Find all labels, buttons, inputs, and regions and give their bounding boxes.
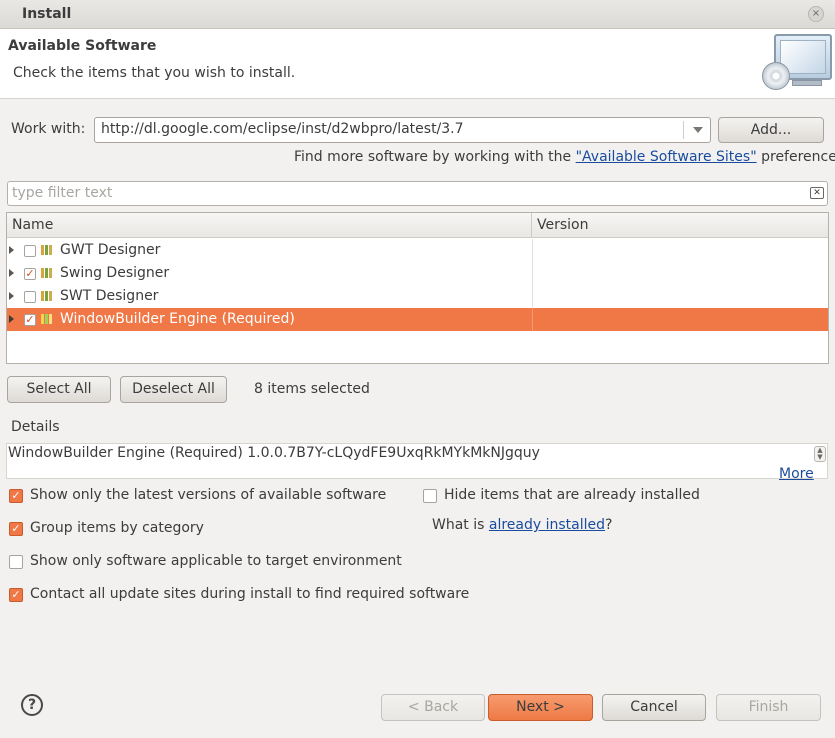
select-all-button[interactable]: Select All [7,376,111,403]
available-sites-link[interactable]: "Available Software Sites" [576,149,757,165]
chevron-down-icon[interactable] [693,127,703,133]
details-scroll[interactable]: ▲ ▼ [814,446,826,462]
table-row[interactable]: GWT Designer [7,239,828,262]
row-checkbox[interactable] [24,291,36,303]
more-link[interactable]: More [779,466,814,482]
contact-sites-label[interactable]: Contact all update sites during install … [30,586,469,602]
target-env-checkbox[interactable] [9,555,23,569]
work-with-value[interactable]: http://dl.google.com/eclipse/inst/d2wbpr… [101,121,464,137]
help-icon[interactable]: ? [21,694,43,716]
window-title: Install [22,6,72,22]
group-by-category-checkbox[interactable]: ✓ [9,522,23,536]
add-site-button[interactable]: Add... [718,117,824,143]
hint-suffix: preferences. [761,149,835,165]
column-divider [532,285,533,308]
contact-sites-checkbox[interactable]: ✓ [9,588,23,602]
group-by-category-label[interactable]: Group items by category [30,520,204,536]
column-header-version[interactable]: Version [532,213,828,238]
expand-arrow-icon[interactable] [9,292,14,300]
page-subtitle: Check the items that you wish to install… [13,65,296,81]
available-sites-hint: Find more software by working with the "… [294,149,835,165]
feature-icon [41,314,55,324]
expand-arrow-icon[interactable] [9,246,14,254]
filter-input[interactable]: type filter text ✕ [7,181,828,206]
hint-prefix: Find more software by working with the [294,149,576,165]
work-with-combo[interactable]: http://dl.google.com/eclipse/inst/d2wbpr… [94,117,711,143]
hide-installed-checkbox[interactable] [423,489,437,503]
column-divider [532,262,533,285]
page-title: Available Software [8,38,157,54]
what-is-prefix: What is [432,517,489,533]
latest-versions-label[interactable]: Show only the latest versions of availab… [30,487,386,503]
work-with-label: Work with: [11,121,86,137]
target-env-label[interactable]: Show only software applicable to target … [30,553,402,569]
deselect-all-button[interactable]: Deselect All [120,376,227,403]
table-row-selected[interactable]: ✓ WindowBuilder Engine (Required) [7,308,828,331]
what-is-suffix: ? [605,517,613,533]
expand-arrow-icon[interactable] [9,315,14,323]
column-header-name[interactable]: Name [7,213,532,238]
details-label: Details [11,419,60,435]
table-row[interactable]: ✓ Swing Designer [7,262,828,285]
feature-icon [41,291,55,301]
expand-arrow-icon[interactable] [9,269,14,277]
row-name: SWT Designer [60,288,159,304]
selection-status: 8 items selected [254,381,370,397]
feature-icon [41,245,55,255]
title-bar [0,0,835,29]
cancel-button[interactable]: Cancel [602,694,706,721]
row-checkbox[interactable] [24,245,36,257]
column-divider [532,239,533,262]
row-name: GWT Designer [60,242,161,258]
row-checkbox[interactable]: ✓ [24,268,36,280]
software-table[interactable]: Name Version GWT Designer ✓ Swing Design… [6,212,829,364]
row-name: Swing Designer [60,265,170,281]
row-checkbox[interactable]: ✓ [24,314,36,326]
clear-icon[interactable]: ✕ [810,187,824,199]
combo-divider [683,121,684,139]
feature-icon [41,268,55,278]
already-installed-link[interactable]: already installed [489,517,605,533]
what-is-installed: What is already installed? [432,517,612,533]
details-text: WindowBuilder Engine (Required) 1.0.0.7B… [8,445,540,461]
latest-versions-checkbox[interactable]: ✓ [9,489,23,503]
filter-placeholder[interactable]: type filter text [12,185,112,201]
back-button[interactable]: < Back [381,694,485,721]
column-divider [532,308,533,331]
next-button[interactable]: Next > [488,694,593,721]
row-name: WindowBuilder Engine (Required) [60,311,295,327]
monitor-base [792,80,822,86]
finish-button[interactable]: Finish [716,694,821,721]
table-row[interactable]: SWT Designer [7,285,828,308]
close-icon[interactable]: × [808,6,824,22]
cd-icon [762,62,790,90]
hide-installed-label[interactable]: Hide items that are already installed [444,487,700,503]
